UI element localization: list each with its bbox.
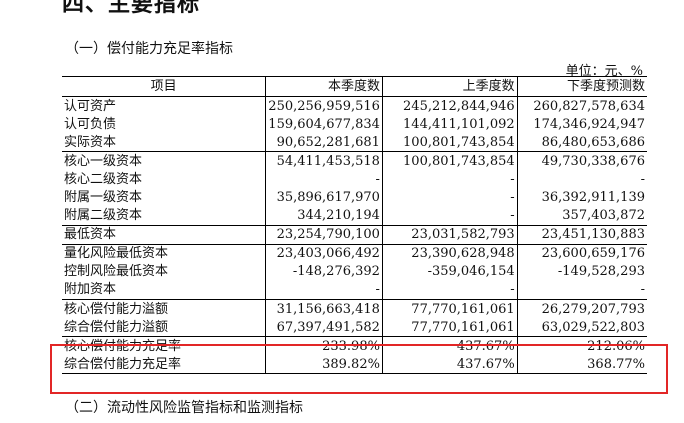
section-heading: 四、主要指标 [62, 0, 201, 17]
row-previous-value: 100,801,743,854 [381, 151, 518, 171]
row-forecast-value: - [516, 280, 647, 300]
row-forecast-value: 63,029,522,803 [516, 318, 647, 337]
row-previous-value: 100,801,743,854 [381, 133, 518, 152]
row-previous-value: -359,046,154 [381, 262, 518, 281]
row-forecast-value: 36,392,911,139 [516, 188, 647, 207]
row-forecast-value: 49,730,338,676 [516, 151, 647, 171]
row-current-value: 90,652,281,681 [265, 133, 383, 152]
row-current-value: -148,276,392 [265, 262, 383, 281]
row-forecast-value: 86,480,653,686 [516, 133, 647, 152]
row-previous-value: 437.67% [381, 355, 518, 374]
table-row: 核心一级资本 54,411,453,518 100,801,743,854 49,73… [62, 151, 647, 171]
table-row: 控制风险最低资本 -148,276,392 -359,046,154 -149,528… [62, 262, 647, 281]
table-row: 核心偿付能力溢额 31,156,663,418 77,770,161,061 26,2… [62, 299, 647, 319]
row-previous-value: 245,212,844,946 [381, 96, 518, 116]
row-item-label: 实际资本 [64, 134, 117, 150]
row-forecast-value: 174,346,924,947 [516, 115, 647, 134]
row-previous-value: 23,390,628,948 [381, 244, 518, 263]
row-current-value: 67,397,491,582 [265, 318, 383, 337]
row-current-value: 250,256,959,516 [265, 96, 383, 116]
row-forecast-value: 260,827,578,634 [516, 96, 647, 116]
row-current-value: 233.98% [265, 336, 383, 356]
row-forecast-value: 357,403,872 [516, 206, 647, 226]
row-current-value: 54,411,453,518 [265, 151, 383, 171]
row-previous-value: 23,031,582,793 [381, 225, 518, 245]
header-previous-quarter: 上季度数 [381, 76, 518, 97]
row-forecast-value: -149,528,293 [516, 262, 647, 281]
table-row: 附属一级资本 35,896,617,970-36,392,911,139 [62, 188, 647, 207]
row-forecast-value: 26,279,207,793 [516, 299, 647, 319]
row-current-value: 23,403,066,492 [265, 244, 383, 263]
row-item-label: 最低资本 [64, 227, 117, 243]
table-row: 认可负债 159,604,677,834 144,411,101,092 174,34… [62, 115, 647, 134]
row-item-label: 核心一级资本 [64, 153, 143, 169]
table-header-row: 项目 本季度数 上季度数 下季度预测数 [62, 76, 647, 97]
row-forecast-value: 368.77% [516, 355, 647, 374]
row-current-value: 159,604,677,834 [265, 115, 383, 134]
row-forecast-value: 23,451,130,883 [516, 225, 647, 245]
row-forecast-value: - [516, 170, 647, 189]
header-next-quarter-forecast: 下季度预测数 [516, 76, 647, 97]
row-item-label: 核心偿付能力充足率 [64, 338, 182, 354]
row-item-label: 核心偿付能力溢额 [64, 301, 169, 317]
row-item-label: 认可资产 [64, 98, 117, 114]
row-item-label: 控制风险最低资本 [64, 264, 169, 280]
row-current-value: 344,210,194 [265, 206, 383, 226]
row-current-value: 23,254,790,100 [265, 225, 383, 245]
row-item-label: 综合偿付能力溢额 [64, 319, 169, 335]
table-row: 综合偿付能力溢额 67,397,491,582 77,770,161,061 63,0… [62, 318, 647, 337]
row-previous-value: - [381, 170, 518, 189]
row-item-label: 附加资本 [64, 282, 117, 298]
row-previous-value: - [381, 206, 518, 226]
header-current-quarter: 本季度数 [265, 76, 383, 97]
row-current-value: 35,896,617,970 [265, 188, 383, 207]
table-row: 最低资本 23,254,790,100 23,031,582,793 23,451,1… [62, 225, 647, 245]
table-row: 实际资本 90,652,281,681 100,801,743,854 86,480,… [62, 133, 647, 152]
table-body: 认可资产 250,256,959,516 245,212,844,946 260,82… [62, 96, 647, 374]
row-previous-value: - [381, 280, 518, 300]
table-row: 核心偿付能力充足率 233.98% 437.67% 212.06% [62, 336, 647, 356]
table-row: 量化风险最低资本 23,403,066,492 23,390,628,948 23,6… [62, 244, 647, 263]
row-current-value: 389.82% [265, 355, 383, 374]
row-current-value: - [265, 170, 383, 189]
row-current-value: 31,156,663,418 [265, 299, 383, 319]
row-item-label: 附属一级资本 [64, 190, 143, 206]
table-row: 附加资本 - - - [62, 280, 647, 300]
row-item-label: 量化风险最低资本 [64, 246, 169, 262]
table-row: 核心二级资本 - - - [62, 170, 647, 189]
row-item-label: 综合偿付能力充足率 [64, 356, 182, 372]
row-previous-value: 77,770,161,061 [381, 299, 518, 319]
row-forecast-value: 23,600,659,176 [516, 244, 647, 263]
row-previous-value: - [381, 188, 518, 207]
section-title-solvency: （一）偿付能力充足率指标 [65, 41, 233, 57]
section-title-liquidity: （二）流动性风险监管指标和监测指标 [65, 400, 303, 416]
table-row: 附属二级资本 344,210,194-357,403,872 [62, 206, 647, 226]
row-previous-value: 437.67% [381, 336, 518, 356]
header-item: 项目 [150, 79, 177, 94]
row-item-label: 附属二级资本 [64, 208, 143, 224]
row-item-label: 核心二级资本 [64, 171, 143, 187]
row-previous-value: 144,411,101,092 [381, 115, 518, 134]
row-previous-value: 77,770,161,061 [381, 318, 518, 337]
solvency-table: 项目 本季度数 上季度数 下季度预测数 认可资产 250,256,959,516 2… [62, 76, 647, 374]
table-row: 认可资产 250,256,959,516 245,212,844,946 260,82… [62, 96, 647, 116]
row-forecast-value: 212.06% [516, 336, 647, 356]
row-current-value: - [265, 280, 383, 300]
table-row: 综合偿付能力充足率 389.82% 437.67% 368.77% [62, 355, 647, 374]
row-item-label: 认可负债 [64, 116, 117, 132]
